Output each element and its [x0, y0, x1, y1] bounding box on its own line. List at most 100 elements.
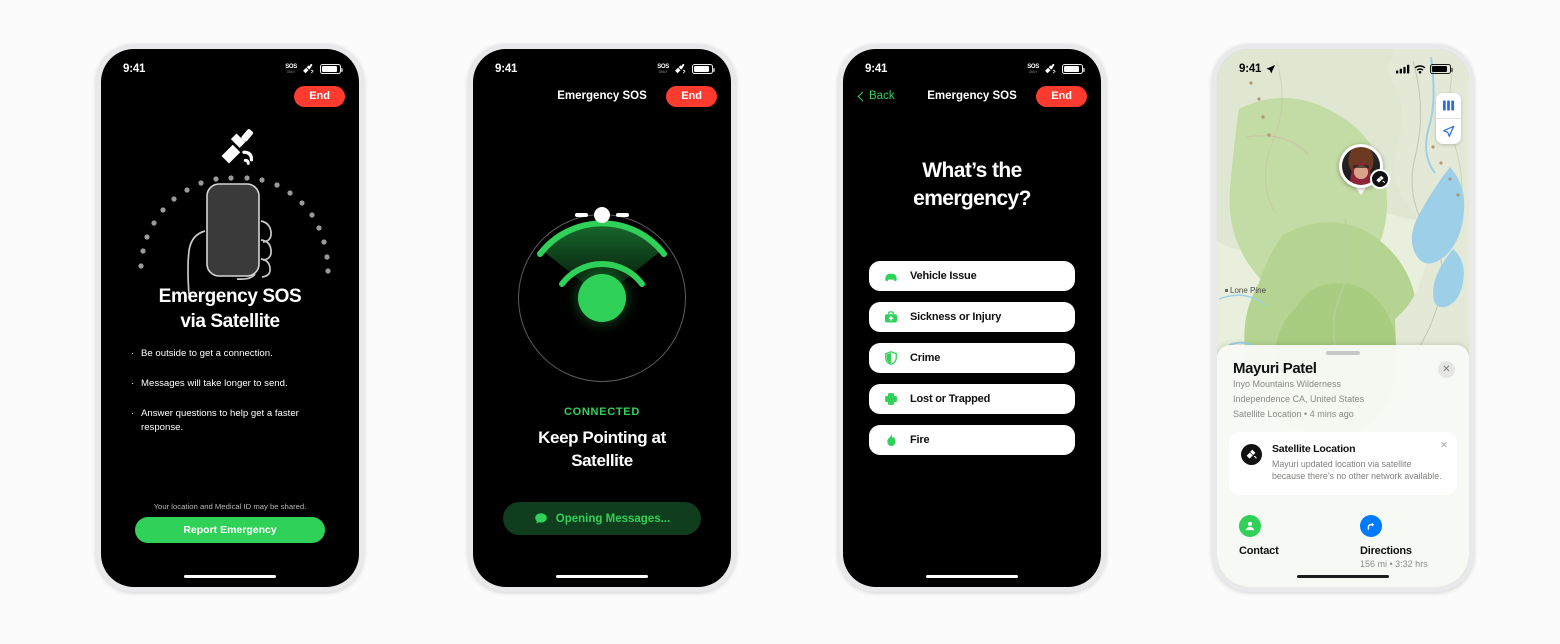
- page-title: Keep Pointing at Satellite: [538, 428, 666, 470]
- sos-only-icon: SOS ONLY: [1027, 64, 1039, 74]
- back-button[interactable]: Back: [857, 90, 895, 102]
- satellite-location-card: Satellite Location Mayuri updated locati…: [1229, 431, 1457, 495]
- person-location-meta: Satellite Location • 4 mins ago: [1233, 408, 1354, 419]
- phone-2-screen: 9:41 SOS ONLY Emergency SOS End CONNECTE…: [473, 49, 731, 587]
- option-fire[interactable]: Fire: [869, 425, 1075, 455]
- option-label: Vehicle Issue: [910, 270, 977, 282]
- nav-bar: Back Emergency SOS End: [843, 83, 1101, 115]
- phone-find-my-map: 9:41 Lone Pine Mayuri Patel Inyo Mountai…: [1212, 44, 1474, 592]
- medkit-icon: [884, 311, 898, 323]
- nav-bar: Emergency SOS End: [473, 83, 731, 115]
- notch: [187, 49, 273, 66]
- battery-icon: [320, 64, 343, 74]
- report-emergency-button[interactable]: Report Emergency: [135, 517, 325, 543]
- person-location-line-1: Inyo Mountains Wilderness: [1233, 379, 1342, 389]
- status-icons: SOS ONLY: [657, 63, 715, 75]
- radar-tick-left: [575, 213, 588, 217]
- battery-icon: [1430, 64, 1453, 74]
- satellite-card-body: Mayuri updated location via satellite be…: [1272, 458, 1442, 482]
- directions-label: Directions: [1360, 545, 1412, 557]
- place-dot: [1225, 289, 1228, 292]
- end-button[interactable]: End: [1036, 86, 1087, 107]
- home-indicator[interactable]: [1297, 574, 1389, 578]
- point-at-satellite-illustration: [101, 109, 359, 296]
- home-indicator[interactable]: [556, 574, 648, 578]
- satellite-pointing-radar: [518, 207, 686, 382]
- satellite-icon: [675, 63, 686, 74]
- device-position-dot: [578, 274, 626, 322]
- person-map-pin[interactable]: [1339, 144, 1390, 195]
- page-title: Emergency SOS via Satellite: [158, 286, 302, 333]
- directions-action[interactable]: Directions 156 mi • 3:32 hrs: [1348, 515, 1469, 569]
- map-canvas[interactable]: 9:41 Lone Pine Mayuri Patel Inyo Mountai…: [1217, 49, 1469, 587]
- radar-tick-right: [616, 213, 629, 217]
- satellite-icon: [221, 129, 254, 165]
- emergency-options-list: Vehicle Issue Sickness or Injury Crime L…: [869, 261, 1075, 466]
- wifi-icon: [1414, 65, 1426, 74]
- nav-title: Emergency SOS: [927, 90, 1017, 102]
- opening-messages-button[interactable]: Opening Messages...: [503, 502, 701, 535]
- end-button[interactable]: End: [294, 86, 345, 107]
- satellite-icon: [1241, 443, 1262, 465]
- map-controls: [1436, 93, 1461, 144]
- phone-4-screen: 9:41 Lone Pine Mayuri Patel Inyo Mountai…: [1217, 49, 1469, 587]
- battery-icon: [1062, 64, 1085, 74]
- bullet-dot: ·: [131, 377, 135, 389]
- status-icons: SOS ONLY: [1027, 63, 1085, 75]
- person-detail-sheet: Mayuri Patel Inyo Mountains Wilderness I…: [1217, 345, 1469, 587]
- phone-sos-intro: 9:41 SOS ONLY End Emergency SOS via Sate…: [96, 44, 364, 592]
- locate-me-button[interactable]: [1436, 119, 1461, 144]
- battery-icon: [692, 64, 715, 74]
- option-vehicle-issue[interactable]: Vehicle Issue: [869, 261, 1075, 291]
- car-icon: [885, 273, 897, 281]
- phone-connected: 9:41 SOS ONLY Emergency SOS End CONNECTE…: [468, 44, 736, 592]
- close-sheet-button[interactable]: ✕: [1438, 361, 1455, 378]
- notch: [929, 49, 1015, 66]
- option-label: Fire: [910, 434, 930, 446]
- page-title: What’s the emergency?: [913, 159, 1031, 210]
- satellite-target-dot: [594, 207, 610, 223]
- option-lost-or-trapped[interactable]: Lost or Trapped: [869, 384, 1075, 414]
- phone-emergency-type: 9:41 SOS ONLY Back Emergency SOS End Wha…: [838, 44, 1106, 592]
- option-label: Crime: [910, 352, 941, 364]
- back-label: Back: [869, 90, 895, 102]
- satellite-icon: [303, 63, 314, 74]
- sos-only-icon: SOS ONLY: [285, 64, 297, 74]
- close-card-button[interactable]: ✕: [1440, 440, 1448, 451]
- nav-bar: End: [101, 83, 359, 115]
- message-bubble-icon: [535, 512, 547, 524]
- satellite-icon: [1045, 63, 1056, 74]
- bullet-dot: ·: [131, 348, 135, 359]
- chevron-left-icon: [857, 91, 868, 101]
- option-sickness-or-injury[interactable]: Sickness or Injury: [869, 302, 1075, 332]
- status-time: 9:41: [123, 63, 146, 75]
- map-layers-icon: [1442, 100, 1455, 111]
- status-bar: 9:41: [1217, 49, 1469, 83]
- screenshot-canvas: 9:41 SOS ONLY End Emergency SOS via Sate…: [0, 0, 1560, 644]
- list-item: · Messages will take longer to send.: [131, 377, 288, 389]
- list-item: · Be outside to get a connection.: [131, 348, 273, 359]
- person-location-line-2: Independence CA, United States: [1233, 393, 1365, 404]
- contact-action[interactable]: Contact: [1217, 515, 1348, 569]
- satellite-card-title: Satellite Location: [1272, 442, 1356, 455]
- nav-title: Emergency SOS: [557, 90, 647, 102]
- person-name: Mayuri Patel: [1233, 360, 1317, 377]
- location-arrow-icon: [1443, 125, 1455, 137]
- status-icons: SOS ONLY: [285, 63, 343, 75]
- option-crime[interactable]: Crime: [869, 343, 1075, 373]
- sheet-header: Mayuri Patel Inyo Mountains Wilderness I…: [1217, 355, 1469, 422]
- cross-icon: [885, 393, 897, 405]
- shield-icon: [885, 351, 897, 365]
- option-label: Lost or Trapped: [910, 393, 991, 405]
- status-icons: [1396, 64, 1453, 74]
- sos-only-icon: SOS ONLY: [657, 64, 669, 74]
- bullet-dot: ·: [131, 407, 135, 419]
- option-label: Sickness or Injury: [910, 311, 1002, 323]
- location-arrow-icon: [1266, 64, 1276, 74]
- end-button[interactable]: End: [666, 86, 717, 107]
- home-indicator[interactable]: [184, 574, 276, 578]
- satellite-icon: [1375, 175, 1385, 183]
- list-item: · Answer questions to help get a faster …: [131, 407, 299, 433]
- home-indicator[interactable]: [926, 574, 1018, 578]
- map-layers-button[interactable]: [1436, 93, 1461, 118]
